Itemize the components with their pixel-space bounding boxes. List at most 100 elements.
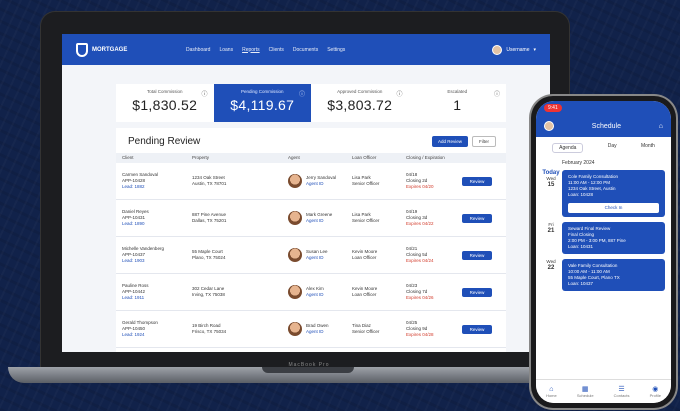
expiration-date: Expires 04/24 <box>406 258 434 263</box>
closing-cell: 04/18 Closing 2d Expires 04/20 <box>406 172 462 190</box>
lead-link[interactable]: Lead: 1882 <box>122 184 192 190</box>
avatar <box>492 44 503 55</box>
officer-role: Senior Officer <box>352 181 380 186</box>
expiration-date: Expires 04/28 <box>406 332 434 337</box>
closing-cell: 04/25 Closing 9d Expires 04/28 <box>406 320 462 338</box>
action-cell: Review <box>462 250 492 260</box>
nav-item-clients[interactable]: Clients <box>269 47 284 53</box>
stat-card[interactable]: Approved Commission $3,803.72 ⓘ <box>311 84 409 122</box>
stat-label: Approved Commission <box>337 89 383 94</box>
status-time: 9:41 <box>544 104 562 112</box>
avatar <box>288 285 302 299</box>
info-icon: ⓘ <box>396 92 403 98</box>
app-header: MORTGAGE Dashboard Loans Reports Clients… <box>62 34 550 65</box>
avatar[interactable] <box>544 121 554 131</box>
agent-id[interactable]: Agent ID <box>306 218 332 224</box>
stat-value: $1,830.52 <box>132 97 198 113</box>
client-cell: Michelle Vandenberg APP-10437 Lead: 1903 <box>122 246 192 264</box>
review-button[interactable]: Review <box>462 287 492 297</box>
event-line: Loan: 10431 <box>568 244 594 249</box>
nav-item-settings[interactable]: Settings <box>327 47 345 53</box>
closing-cell: 04/23 Closing 7d Expires 04/26 <box>406 283 462 301</box>
client-cell: Gerald Thompson APP-10450 Lead: 1924 <box>122 320 192 338</box>
phone-title: Schedule <box>591 122 621 130</box>
view-segment-control: Agenda Day Month <box>536 137 671 157</box>
property-cell: 55 Maple Court Plano, TX 75024 <box>192 249 288 261</box>
event-card[interactable]: Cole Family Consultation 11:00 AM - 12:00… <box>562 170 665 217</box>
lead-link[interactable]: Lead: 1911 <box>122 295 192 301</box>
column-header[interactable]: Client <box>122 155 192 161</box>
app-logo[interactable]: MORTGAGE <box>76 42 186 57</box>
check-in-button[interactable]: Check In <box>568 203 659 213</box>
segment-month[interactable]: Month <box>641 143 655 153</box>
lead-link[interactable]: Lead: 1890 <box>122 221 192 227</box>
user-menu[interactable]: Username ▾ <box>492 44 536 55</box>
agent-id[interactable]: Agent ID <box>306 292 324 298</box>
pending-review-panel: Pending Review Add Review Filter Client … <box>116 128 506 352</box>
tab-contacts[interactable]: ☰ Contacts <box>614 385 630 398</box>
day-number: 21 <box>547 228 555 234</box>
event-line: Loan: 10437 <box>568 281 594 286</box>
officer-cell: Lisa Park Senior Officer <box>352 175 406 187</box>
column-header[interactable]: Property <box>192 155 288 161</box>
client-cell: Daniel Reyes APP-10431 Lead: 1890 <box>122 209 192 227</box>
phone-tab-bar: ⌂ Home ▦ Schedule ☰ Contacts ◉ Profile <box>536 379 671 403</box>
event-card[interactable]: Vale Family Consultation 10:00 AM - 11:00… <box>562 259 665 291</box>
main-nav: Dashboard Loans Reports Clients Document… <box>186 47 492 53</box>
filter-button[interactable]: Filter <box>472 136 496 147</box>
column-header[interactable]: Loan Officer <box>352 155 406 161</box>
closing-cell: 04/21 Closing 5d Expires 04/24 <box>406 246 462 264</box>
table-row[interactable]: Gerald Thompson APP-10450 Lead: 1924 19 Bir… <box>116 311 506 348</box>
tab-home[interactable]: ⌂ Home <box>546 386 557 398</box>
agent-cell: Brad Owen Agent ID <box>288 322 352 336</box>
stat-card[interactable]: Total Commission $1,830.52 ⓘ <box>116 84 214 122</box>
review-button[interactable]: Review <box>462 324 492 334</box>
column-header[interactable]: Agent <box>288 155 352 161</box>
property-cell: 302 Cedar Lane Irving, TX 75038 <box>192 286 288 298</box>
property-cell: 19 Birch Road Frisco, TX 75034 <box>192 323 288 335</box>
event-card[interactable]: Seward Final Review Final Closing 2:00 PM … <box>562 222 665 254</box>
day-label: Wed 22 <box>540 259 562 291</box>
table-row[interactable]: Michelle Vandenberg APP-10437 Lead: 1903 55… <box>116 237 506 274</box>
officer-role: Loan Officer <box>352 292 377 297</box>
agent-id[interactable]: Agent ID <box>306 255 328 261</box>
review-button[interactable]: Review <box>462 213 492 223</box>
day-number: 22 <box>547 265 555 271</box>
property-city: Austin, TX 78701 <box>192 181 227 186</box>
tab-profile[interactable]: ◉ Profile <box>650 385 661 398</box>
property-cell: 887 Pine Avenue Dallas, TX 75201 <box>192 212 288 224</box>
lead-link[interactable]: Lead: 1903 <box>122 258 192 264</box>
column-header[interactable]: Closing / Expiration <box>406 155 462 161</box>
agent-id[interactable]: Agent ID <box>306 329 329 335</box>
nav-item-dashboard[interactable]: Dashboard <box>186 47 210 53</box>
day-label: Fri 21 <box>540 222 562 254</box>
property-city: Frisco, TX 75034 <box>192 329 227 334</box>
table-row[interactable]: Carmen Sandoval APP-10428 Lead: 1882 1234 O… <box>116 163 506 200</box>
tab-schedule[interactable]: ▦ Schedule <box>577 385 594 398</box>
table-row[interactable]: Daniel Reyes APP-10431 Lead: 1890 887 Pine … <box>116 200 506 237</box>
lead-link[interactable]: Lead: 1924 <box>122 332 192 338</box>
review-button[interactable]: Review <box>462 176 492 186</box>
add-review-button[interactable]: Add Review <box>431 136 468 147</box>
segment-agenda[interactable]: Agenda <box>552 143 584 153</box>
action-cell: Review <box>462 324 492 334</box>
nav-item-reports[interactable]: Reports <box>242 47 260 53</box>
day-label: Today Wed 15 <box>540 170 562 217</box>
bell-icon[interactable]: ⌂ <box>659 123 663 130</box>
stat-value: $3,803.72 <box>327 97 393 113</box>
table-row[interactable]: Pauline Ross APP-10442 Lead: 1911 302 Cedar… <box>116 274 506 311</box>
laptop-screen: MORTGAGE Dashboard Loans Reports Clients… <box>62 34 550 352</box>
action-cell: Review <box>462 213 492 223</box>
stat-card[interactable]: Escalated 1 ⓘ <box>409 84 507 122</box>
stat-card-selected[interactable]: Pending Commission $4,119.67 ⓘ <box>213 84 311 122</box>
officer-role: Loan Officer <box>352 255 377 260</box>
stat-value: 1 <box>453 97 462 113</box>
avatar <box>288 174 302 188</box>
segment-day[interactable]: Day <box>608 143 617 153</box>
review-button[interactable]: Review <box>462 250 492 260</box>
agent-cell: Jerry Sandoval Agent ID <box>288 174 352 188</box>
nav-item-documents[interactable]: Documents <box>293 47 318 53</box>
nav-item-loans[interactable]: Loans <box>219 47 233 53</box>
action-cell: Review <box>462 287 492 297</box>
agent-id[interactable]: Agent ID <box>306 181 336 187</box>
